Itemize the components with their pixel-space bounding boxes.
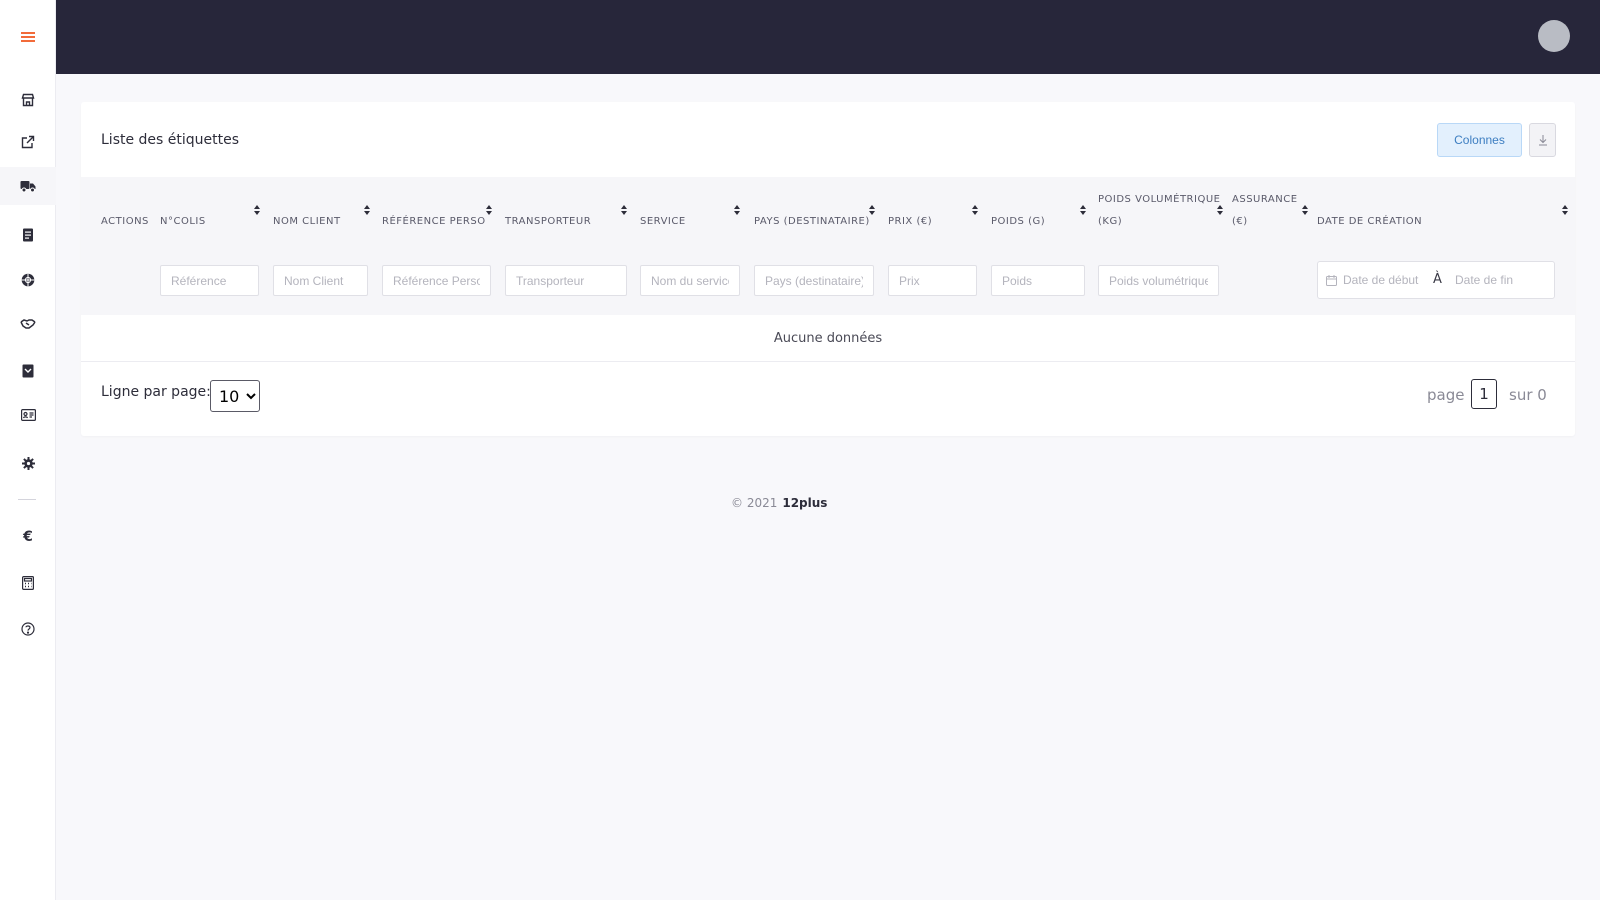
filter-pays[interactable] xyxy=(754,265,874,296)
download-button[interactable] xyxy=(1529,123,1556,157)
filter-service[interactable] xyxy=(640,265,740,296)
filter-poids-volumetrique[interactable] xyxy=(1098,265,1219,296)
filter-transporteur[interactable] xyxy=(505,265,627,296)
filter-poids[interactable] xyxy=(991,265,1085,296)
date-range-separator: À xyxy=(1433,272,1442,287)
archive-icon xyxy=(22,364,34,378)
col-header-colis[interactable]: N°Colis xyxy=(160,211,206,233)
user-avatar[interactable] xyxy=(1538,20,1570,52)
filter-reference[interactable] xyxy=(160,265,259,296)
col-header-reference-perso[interactable]: Référence perso xyxy=(382,211,486,233)
calculator-icon xyxy=(22,576,34,590)
id-card-icon xyxy=(20,409,36,421)
date-start-input[interactable] xyxy=(1343,262,1429,298)
col-header-assurance-unit: (€) xyxy=(1232,216,1248,227)
sidebar-item-archive[interactable] xyxy=(0,352,56,390)
sort-icon[interactable] xyxy=(1301,204,1309,216)
sort-icon[interactable] xyxy=(1079,204,1087,216)
sort-icon[interactable] xyxy=(363,204,371,216)
col-header-actions: Actions xyxy=(101,216,149,227)
page-title: Liste des étiquettes xyxy=(101,132,240,148)
handshake-icon xyxy=(20,319,36,329)
sort-icon[interactable] xyxy=(620,204,628,216)
sidebar-item-international[interactable] xyxy=(0,261,56,299)
page-total-label: sur 0 xyxy=(1509,386,1547,404)
topbar xyxy=(56,0,1600,74)
col-header-date-creation[interactable]: Date de création xyxy=(1317,211,1422,233)
help-icon xyxy=(21,622,35,636)
empty-state-message: Aucune données xyxy=(81,315,1575,362)
globe-icon xyxy=(21,273,35,287)
hamburger-icon xyxy=(21,32,35,42)
labels-card: Liste des étiquettes Colonnes Actions N°… xyxy=(81,102,1575,436)
col-header-pays[interactable]: Pays (destinataire) xyxy=(754,211,870,233)
sort-icon[interactable] xyxy=(485,204,493,216)
sidebar-item-store[interactable] xyxy=(0,81,56,119)
col-header-transporteur[interactable]: Transporteur xyxy=(505,211,591,233)
store-icon xyxy=(21,93,35,107)
copyright: © 2021 12plus xyxy=(731,496,827,510)
sort-icon[interactable] xyxy=(971,204,979,216)
sidebar-item-documents[interactable] xyxy=(0,216,56,254)
menu-toggle-button[interactable] xyxy=(0,20,56,54)
col-header-nom-client[interactable]: Nom client xyxy=(273,211,341,233)
download-icon xyxy=(1538,135,1547,146)
col-header-prix[interactable]: Prix (€) xyxy=(888,211,932,233)
external-link-icon xyxy=(21,135,35,149)
rows-per-page-label: Ligne par page: xyxy=(101,384,211,400)
filter-nom-client[interactable] xyxy=(273,265,368,296)
sidebar-item-external[interactable] xyxy=(0,123,56,161)
sidebar-item-partners[interactable] xyxy=(0,305,56,343)
calendar-icon xyxy=(1326,275,1337,286)
date-range-picker[interactable]: À xyxy=(1317,261,1555,299)
gear-icon xyxy=(21,456,35,470)
sidebar: € xyxy=(0,0,56,900)
sidebar-item-calculator[interactable] xyxy=(0,564,56,602)
filter-prix[interactable] xyxy=(888,265,977,296)
sort-icon[interactable] xyxy=(253,204,261,216)
sort-icon[interactable] xyxy=(733,204,741,216)
rows-per-page-select[interactable]: 10 xyxy=(210,380,260,412)
document-icon xyxy=(23,228,33,242)
date-end-input[interactable] xyxy=(1455,262,1551,298)
sidebar-item-contacts[interactable] xyxy=(0,396,56,434)
copyright-text: © 2021 xyxy=(731,496,778,510)
sidebar-item-settings[interactable] xyxy=(0,444,56,482)
columns-button[interactable]: Colonnes xyxy=(1437,123,1522,157)
current-page-input[interactable]: 1 xyxy=(1471,379,1497,409)
sort-icon[interactable] xyxy=(1561,204,1569,216)
page-label: page xyxy=(1427,386,1465,404)
euro-icon: € xyxy=(23,529,33,545)
col-header-assurance[interactable]: Assurance xyxy=(1232,189,1298,211)
sidebar-item-shipping[interactable] xyxy=(0,167,56,205)
sort-icon[interactable] xyxy=(868,204,876,216)
sidebar-divider xyxy=(18,499,36,500)
table-header: Actions N°Colis Nom client Référence per… xyxy=(81,177,1575,315)
sidebar-item-billing[interactable]: € xyxy=(0,518,56,556)
sort-icon[interactable] xyxy=(1216,204,1224,216)
col-header-poids-vol-unit: (kg) xyxy=(1098,216,1123,227)
col-header-service[interactable]: Service xyxy=(640,211,686,233)
brand-name: 12plus xyxy=(782,496,828,510)
sidebar-item-help[interactable] xyxy=(0,610,56,648)
col-header-poids-vol[interactable]: Poids volumétrique xyxy=(1098,189,1220,211)
truck-icon xyxy=(20,181,36,193)
col-header-poids[interactable]: Poids (g) xyxy=(991,211,1045,233)
filter-reference-perso[interactable] xyxy=(382,265,491,296)
